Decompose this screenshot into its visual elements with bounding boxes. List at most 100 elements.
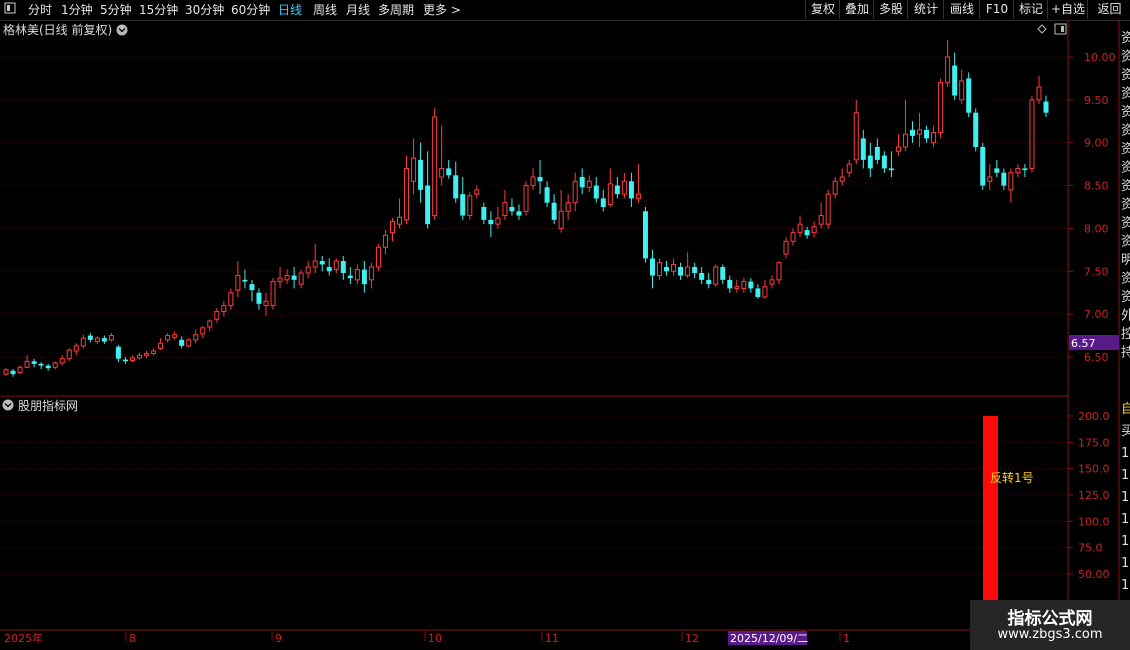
tab-period-30min[interactable]: 30分钟 [185, 2, 224, 18]
candle-body-up [298, 272, 304, 285]
candle-body-down [593, 185, 599, 199]
candle-body-up [931, 131, 937, 144]
candle-body-up [284, 275, 290, 281]
candle-body-up [193, 334, 199, 341]
tab-period-5min[interactable]: 5分钟 [100, 2, 132, 18]
signal-bar [983, 416, 998, 630]
stock-title: 格林美(日线 前复权) [3, 22, 112, 37]
candle-body-up [207, 320, 213, 328]
candle-body-down [10, 370, 16, 375]
candle-body-up [411, 157, 417, 182]
side-panel-char: 1 [1121, 578, 1129, 593]
mark-button[interactable]: 标记 [1013, 0, 1048, 19]
candle-body-down [888, 168, 894, 171]
candle-body-down [924, 129, 930, 139]
overlay-button[interactable]: 叠加 [839, 0, 874, 19]
side-panel-char: 明 [1121, 253, 1130, 268]
candle-body-up [853, 112, 859, 161]
time-label-nov: 11 [545, 632, 559, 645]
candle-body-down [31, 361, 37, 364]
draw-line-button[interactable]: 画线 [943, 0, 980, 19]
candle-body-down [460, 194, 466, 216]
side-panel-char: 买 [1121, 424, 1130, 439]
signal-label: 反转1号 [990, 470, 1034, 485]
candle-body-down [614, 185, 620, 195]
candle-body-up [762, 286, 768, 298]
stats-button[interactable]: 统计 [907, 0, 944, 19]
candle-body-up [305, 266, 311, 274]
tab-period-daily[interactable]: 日线 [278, 2, 302, 18]
panel-toggle-icon[interactable] [1054, 23, 1067, 35]
kline-chart[interactable]: 10.00 9.50 9.00 8.50 8.00 7.50 7.00 6.50 200.0 1… [0, 20, 1130, 650]
time-label-aug: 8 [129, 632, 136, 645]
candle-body-down [122, 359, 128, 362]
side-panel-char: 1 [1121, 512, 1129, 527]
price-axis-label: 10.00 [1084, 51, 1116, 64]
candle-body-up [172, 334, 178, 338]
side-panel-char: 资 [1121, 290, 1130, 305]
side-panel-char: 外 [1121, 309, 1130, 324]
tab-period-fenshi[interactable]: 分时 [28, 2, 52, 18]
price-axis-label: 8.50 [1084, 180, 1109, 193]
candle-body-up [1008, 172, 1014, 191]
candle-body-down [579, 177, 585, 188]
side-panel-char: 自 [1121, 402, 1130, 417]
candle-body-up [17, 366, 23, 373]
diamond-icon[interactable] [1037, 24, 1047, 34]
tab-period-15min[interactable]: 15分钟 [139, 2, 178, 18]
multi-stock-button[interactable]: 多股 [873, 0, 908, 19]
candle-body-down [692, 267, 698, 273]
tab-period-1min[interactable]: 1分钟 [61, 2, 93, 18]
indicator-axis-label: 175.0 [1078, 436, 1110, 449]
candle-body-up [713, 266, 719, 285]
candle-body-up [776, 262, 782, 281]
tab-period-60min[interactable]: 60分钟 [231, 2, 270, 18]
candle-body-down [509, 207, 515, 212]
window-menu-icon[interactable] [4, 2, 16, 18]
time-label-oct: 10 [428, 632, 442, 645]
candle-body-up [790, 232, 796, 242]
indicator-axis-label: 150.0 [1078, 463, 1110, 476]
candle-body-up [200, 327, 206, 335]
candle-body-down [881, 155, 887, 169]
candle-body-down [115, 346, 121, 359]
candle-body-up [902, 133, 908, 148]
back-button[interactable]: 返回 [1087, 0, 1130, 19]
candle-body-up [959, 80, 965, 101]
indicator-dropdown-icon[interactable] [2, 399, 14, 411]
candle-body-up [214, 311, 220, 320]
candle-body-down [551, 202, 557, 220]
add-favorite-button[interactable]: +自选 [1047, 0, 1088, 19]
candle-body-up [397, 216, 403, 225]
side-panel-char: 资 [1121, 87, 1130, 102]
candle-body-up [108, 335, 114, 341]
tab-period-weekly[interactable]: 周线 [313, 2, 337, 18]
candle-body-up [221, 305, 227, 313]
tab-period-more[interactable]: 更多 > [423, 2, 461, 18]
candle-body-down [720, 267, 726, 280]
side-panel-char: 1 [1121, 534, 1129, 549]
candle-body-down [1043, 101, 1049, 113]
candle-body-down [966, 78, 972, 113]
watermark-url: www.zbgs3.com [997, 627, 1103, 642]
side-panel-char: 1 [1121, 556, 1129, 571]
candle-body-up [270, 281, 276, 307]
f10-button[interactable]: F10 [979, 0, 1014, 19]
tab-period-monthly[interactable]: 月线 [346, 2, 370, 18]
candle-body-up [129, 357, 135, 361]
fuquan-button[interactable]: 复权 [805, 0, 840, 19]
candle-body-up [495, 217, 501, 225]
tab-period-multi[interactable]: 多周期 [378, 2, 414, 18]
candle-body-up [572, 180, 578, 204]
side-panel-char: 资 [1121, 31, 1130, 46]
side-panel-char: 资 [1121, 161, 1130, 176]
title-dropdown-icon[interactable] [116, 24, 128, 36]
indicator-axis-label: 50.00 [1078, 568, 1110, 581]
candle-body-up [404, 167, 410, 221]
candle-body-up [432, 116, 438, 217]
candle-body-up [1036, 86, 1042, 101]
main-grid [0, 56, 1073, 358]
candle-body-down [38, 363, 44, 366]
candle-body-down [544, 187, 550, 203]
candle-body-up [586, 180, 592, 188]
